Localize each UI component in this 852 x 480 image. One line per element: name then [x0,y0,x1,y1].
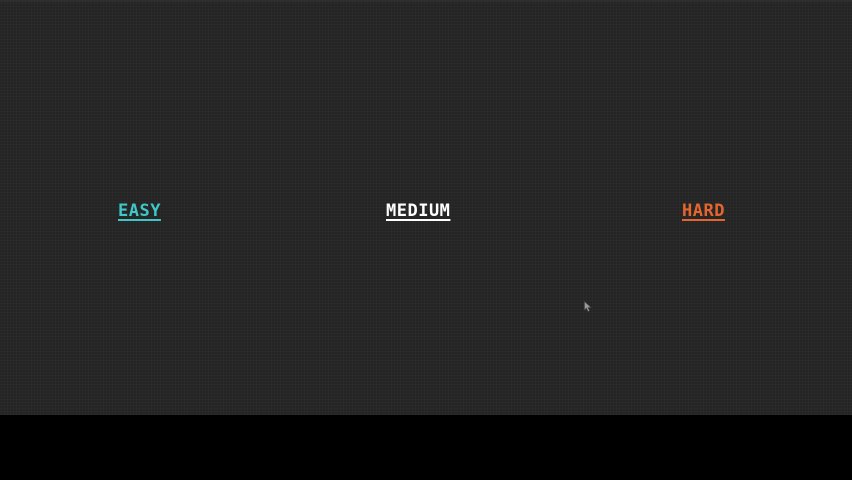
mouse-pointer-icon [584,301,592,312]
bottom-bar [0,415,852,480]
game-screen: Easy Medium Hard [0,0,852,415]
easy-option[interactable]: Easy [118,201,161,221]
medium-option[interactable]: Medium [386,201,450,221]
hard-option[interactable]: Hard [682,201,725,221]
